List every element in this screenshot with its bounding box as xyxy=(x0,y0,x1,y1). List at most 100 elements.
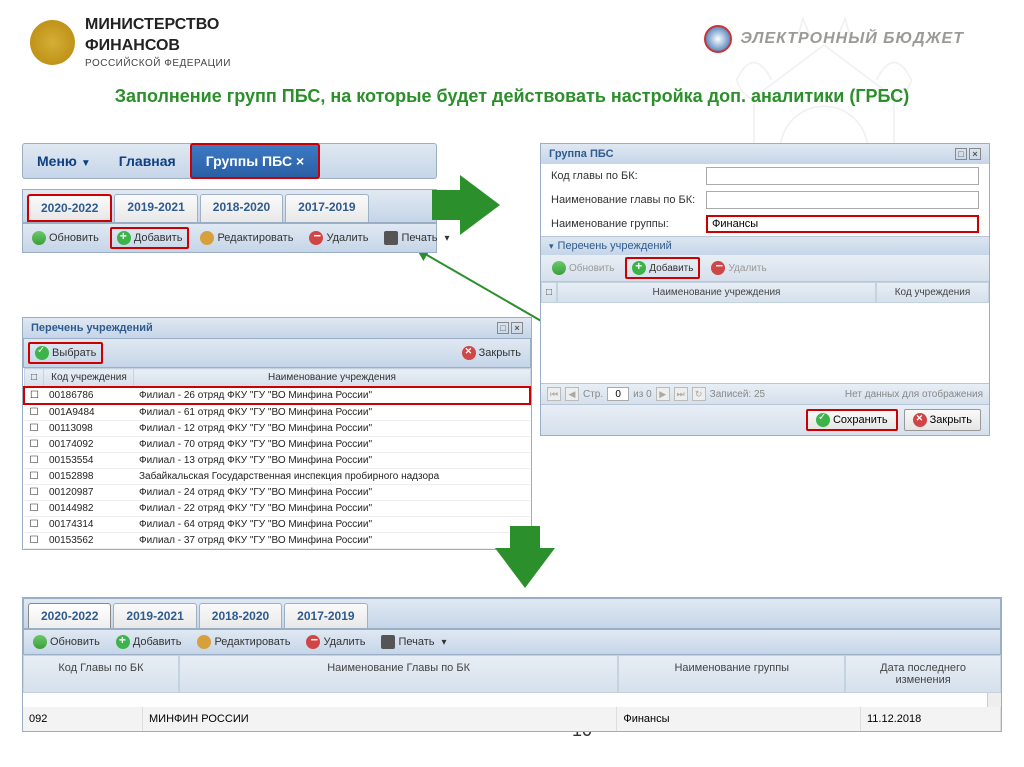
form-row-bkcode: Код главы по БК: xyxy=(541,164,989,188)
checkbox[interactable]: ☐ xyxy=(24,501,44,517)
modal-refresh-button[interactable]: Обновить xyxy=(547,257,619,279)
pager-next[interactable]: ▶ xyxy=(656,387,670,401)
checkbox[interactable]: ☐ xyxy=(24,453,44,469)
checkbox[interactable]: ☐ xyxy=(24,387,44,404)
home-button[interactable]: Главная xyxy=(105,145,190,177)
menu-button[interactable]: Меню▼ xyxy=(23,145,105,177)
col-name-header: Наименование учреждения xyxy=(134,369,530,388)
table-row[interactable]: ☐00186786Филиал - 26 отряд ФКУ "ГУ "ВО М… xyxy=(24,387,530,404)
cell-code: 00120987 xyxy=(44,485,134,501)
pager-prev[interactable]: ◀ xyxy=(565,387,579,401)
checkbox[interactable]: ☐ xyxy=(24,517,44,533)
checkbox[interactable]: ☐ xyxy=(24,437,44,453)
checkbox[interactable]: ☐ xyxy=(24,421,44,437)
year-tab-2[interactable]: 2018-2020 xyxy=(199,603,282,628)
maximize-icon[interactable]: □ xyxy=(497,322,509,334)
add-button[interactable]: Добавить xyxy=(110,227,190,249)
table-row[interactable]: ☐00113098Филиал - 12 отряд ФКУ "ГУ "ВО М… xyxy=(24,421,530,437)
checkbox[interactable]: ☐ xyxy=(24,469,44,485)
scrollbar[interactable] xyxy=(987,693,1001,707)
checkbox[interactable]: ☐ xyxy=(24,533,44,549)
input-bkcode[interactable] xyxy=(706,167,979,185)
table-row[interactable]: ☐00174314Филиал - 64 отряд ФКУ "ГУ "ВО М… xyxy=(24,517,530,533)
pager-nodata: Нет данных для отображения xyxy=(845,389,983,400)
checkbox[interactable]: ☐ xyxy=(24,485,44,501)
picker-title: Перечень учреждений □ × xyxy=(23,318,531,338)
pager-last[interactable]: ⏭ xyxy=(674,387,688,401)
year-tab-0[interactable]: 2020-2022 xyxy=(27,194,112,222)
pager-page-input[interactable] xyxy=(607,387,629,401)
collapse-icon: ▾ xyxy=(549,241,554,252)
table-row[interactable]: ☐00144982Филиал - 22 отряд ФКУ "ГУ "ВО М… xyxy=(24,501,530,517)
cell-name: Филиал - 24 отряд ФКУ "ГУ "ВО Минфина Ро… xyxy=(134,485,530,501)
checkbox[interactable]: ☐ xyxy=(24,404,44,421)
label: Обновить xyxy=(50,636,100,648)
close-button[interactable]: Закрыть xyxy=(904,409,981,431)
pager-first[interactable]: ⏮ xyxy=(547,387,561,401)
checkbox-header[interactable]: □ xyxy=(24,369,44,388)
table-row[interactable]: ☐001А9484Филиал - 61 отряд ФКУ "ГУ "ВО М… xyxy=(24,404,530,421)
year-tab-3[interactable]: 2017-2019 xyxy=(285,194,368,222)
section-institutions[interactable]: ▾Перечень учреждений xyxy=(541,236,989,255)
label: Печать xyxy=(398,636,434,648)
maximize-icon[interactable]: □ xyxy=(955,148,967,160)
modal-titlebar: Группа ПБС □ × xyxy=(541,144,989,164)
picker-table: □ Код учреждения Наименование учреждения… xyxy=(23,368,531,549)
save-button[interactable]: Сохранить xyxy=(806,409,898,431)
ministry-line1: МИНИСТЕРСТВО xyxy=(85,15,231,36)
table-row[interactable]: ☐00153554Филиал - 13 отряд ФКУ "ГУ "ВО М… xyxy=(24,453,530,469)
year-tab-3[interactable]: 2017-2019 xyxy=(284,603,367,628)
pager-refresh[interactable]: ↻ xyxy=(692,387,706,401)
input-bkname[interactable] xyxy=(706,191,979,209)
cell-code: 00153554 xyxy=(44,453,134,469)
cell-date: 11.12.2018 xyxy=(861,707,1001,731)
result-row[interactable]: 092 МИНФИН РОССИИ Финансы 11.12.2018 xyxy=(23,707,1001,731)
print-button[interactable]: Печать▾ xyxy=(376,633,451,651)
toolbar-main: Обновить Добавить Редактировать Удалить … xyxy=(22,223,437,253)
cell-name: Филиал - 26 отряд ФКУ "ГУ "ВО Минфина Ро… xyxy=(134,387,530,404)
table-row[interactable]: ☐00174092Филиал - 70 отряд ФКУ "ГУ "ВО М… xyxy=(24,437,530,453)
cell-code: 092 xyxy=(23,707,143,731)
refresh-button[interactable]: Обновить xyxy=(28,633,105,651)
input-groupname[interactable] xyxy=(706,215,979,233)
result-toolbar: Обновить Добавить Редактировать Удалить … xyxy=(23,629,1001,655)
cell-group: Финансы xyxy=(617,707,861,731)
close-icon[interactable]: × xyxy=(969,148,981,160)
delete-button[interactable]: Удалить xyxy=(304,229,373,247)
select-button[interactable]: Выбрать xyxy=(28,342,103,364)
institutions-picker: Перечень учреждений □ × Выбрать Закрыть … xyxy=(22,317,532,550)
edit-button[interactable]: Редактировать xyxy=(195,229,298,247)
cell-name: Филиал - 13 отряд ФКУ "ГУ "ВО Минфина Ро… xyxy=(134,453,530,469)
year-tab-2[interactable]: 2018-2020 xyxy=(200,194,283,222)
delete-button[interactable]: Удалить xyxy=(301,633,370,651)
edit-button[interactable]: Редактировать xyxy=(192,633,295,651)
table-row[interactable]: ☐00120987Филиал - 24 отряд ФКУ "ГУ "ВО М… xyxy=(24,485,530,501)
cell-name: Филиал - 64 отряд ФКУ "ГУ "ВО Минфина Ро… xyxy=(134,517,530,533)
print-button[interactable]: Печать▾ xyxy=(379,229,454,247)
close-icon[interactable]: × xyxy=(511,322,523,334)
year-tab-0[interactable]: 2020-2022 xyxy=(28,603,111,628)
delete-icon xyxy=(309,231,323,245)
year-tab-1[interactable]: 2019-2021 xyxy=(114,194,197,222)
groups-tab[interactable]: Группы ПБС × xyxy=(190,143,320,179)
group-modal: Группа ПБС □ × Код главы по БК: Наименов… xyxy=(540,143,990,436)
table-row[interactable]: ☐00153562Филиал - 37 отряд ФКУ "ГУ "ВО М… xyxy=(24,533,530,549)
modal-pager: ⏮ ◀ Стр. из 0 ▶ ⏭ ↻ Записей: 25 Нет данн… xyxy=(541,383,989,404)
picker-close-button[interactable]: Закрыть xyxy=(457,344,526,362)
table-row[interactable]: ☐00152898Забайкальская Государственная и… xyxy=(24,469,530,485)
col-bkcode: Код Главы по БК xyxy=(23,655,179,693)
modal-add-button[interactable]: Добавить xyxy=(625,257,700,279)
year-tab-1[interactable]: 2019-2021 xyxy=(113,603,196,628)
col-bkname: Наименование Главы по БК xyxy=(179,655,619,693)
chevron-down-icon: ▾ xyxy=(444,233,449,244)
add-button[interactable]: Добавить xyxy=(111,633,187,651)
checkbox-col[interactable]: □ xyxy=(541,282,557,303)
refresh-button[interactable]: Обновить xyxy=(27,229,104,247)
delete-icon xyxy=(711,261,725,275)
close-icon xyxy=(462,346,476,360)
cell-code: 00113098 xyxy=(44,421,134,437)
elec-budget-icon xyxy=(704,25,732,53)
refresh-icon xyxy=(32,231,46,245)
modal-delete-button[interactable]: Удалить xyxy=(706,257,771,279)
result-grid-header: Код Главы по БК Наименование Главы по БК… xyxy=(23,655,1001,693)
